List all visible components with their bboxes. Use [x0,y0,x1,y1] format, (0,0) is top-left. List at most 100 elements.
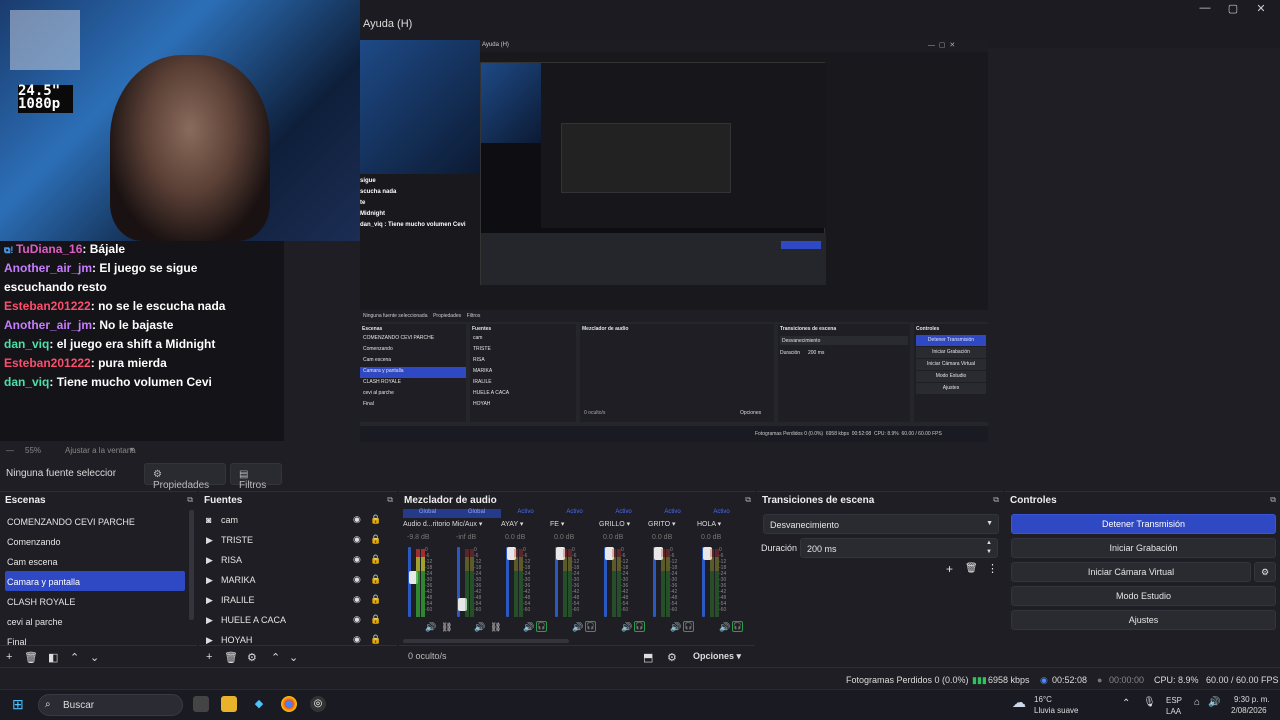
trash-icon[interactable]: 🗑 [965,563,978,574]
windows-start-icon[interactable]: ⊞ [12,696,28,712]
obs-icon[interactable]: ◎ [310,696,326,712]
virtual-cam-settings-button[interactable]: ⚙ [1254,562,1276,582]
volume-icon[interactable]: 🔊 [474,622,485,633]
lock-icon[interactable]: 🔒 [370,554,381,565]
app-icon[interactable]: ◆ [251,696,267,712]
duration-input[interactable]: 200 ms ▲ ▼ [800,538,998,558]
source-item[interactable]: ▶ MARIKA ◉ 🔒 [206,574,381,594]
more-icon[interactable]: ⋮ [987,562,998,575]
popout-icon[interactable]: ⧉ [387,495,393,505]
scenes-scrollbar[interactable] [189,510,194,620]
headphones-icon[interactable]: 🎧 [683,621,694,632]
volume-slider[interactable] [506,547,516,617]
program-preview[interactable]: Ayuda (H) — ▢ ✕ sigue scucha nada te Midnig… [360,40,988,442]
filter-icon[interactable]: ◧ [48,651,58,664]
eye-icon[interactable]: ◉ [353,574,361,585]
move-down-icon[interactable]: ⌄ [289,651,298,664]
volume-slider[interactable] [457,547,467,617]
move-up-icon[interactable]: ⌃ [271,651,280,664]
source-item[interactable]: ▶ IRALILE ◉ 🔒 [206,594,381,614]
eye-icon[interactable]: ◉ [353,614,361,625]
popout-icon[interactable]: ⧉ [993,495,999,505]
scene-item[interactable]: Cam escena [5,551,185,571]
spin-down-icon[interactable]: ▼ [986,549,992,555]
volume-icon[interactable]: 🔊 [572,622,583,633]
scene-item[interactable]: CLASH ROYALE [5,591,185,611]
volume-icon[interactable]: 🔊 [670,622,681,633]
maximize-button[interactable]: ▢ [1218,2,1248,16]
spin-up-icon[interactable]: ▲ [986,540,992,546]
volume-icon[interactable]: 🔊 [523,622,534,633]
studio-mode-button[interactable]: Modo Estudio [1011,586,1276,606]
menu-help[interactable]: Ayuda (H) [363,18,412,30]
lock-icon[interactable]: 🔒 [370,534,381,545]
lock-icon[interactable]: 🔒 [370,614,381,625]
properties-button[interactable]: ⚙ Propiedades [144,463,226,491]
start-virtual-cam-button[interactable]: Iniciar Cámara Virtual [1011,562,1251,582]
language-layout[interactable]: LAA [1166,707,1181,716]
zoom-out-icon[interactable]: — [6,446,14,455]
scene-item[interactable]: COMENZANDO CEVI PARCHE [5,511,185,531]
lock-icon[interactable]: 🔒 [370,514,381,525]
volume-slider[interactable] [702,547,712,617]
scene-item[interactable]: Camara y pantalla [5,571,185,591]
mic-icon[interactable]: 🎙 [1143,697,1156,708]
add-icon[interactable]: + [206,651,212,663]
options-button[interactable]: Opciones ▾ [693,651,741,662]
taskbar-search[interactable]: ⌕ Buscar [38,694,183,716]
scene-item[interactable]: Comenzando [5,531,185,551]
gear-icon[interactable]: ⚙ [667,651,677,664]
filters-button[interactable]: ▤ Filtros [230,463,282,491]
lock-icon[interactable]: 🔒 [370,594,381,605]
headphones-icon[interactable]: 🎧 [732,621,743,632]
chevron-up-icon[interactable]: ⌃ [1122,698,1130,709]
language[interactable]: ESP [1166,696,1182,705]
source-item[interactable]: ◙ cam ◉ 🔒 [206,514,381,534]
transition-select[interactable]: Desvanecimiento ▼ [763,514,999,534]
volume-slider[interactable] [604,547,614,617]
task-view-icon[interactable] [193,696,209,712]
eye-icon[interactable]: ◉ [353,514,361,525]
lock-icon[interactable]: 🔒 [370,634,381,645]
file-explorer-icon[interactable] [221,696,237,712]
zoom-level[interactable]: 55% [25,446,41,455]
scene-item[interactable]: cevi al parche [5,611,185,631]
volume-slider[interactable] [555,547,565,617]
popout-icon[interactable]: ⧉ [187,495,193,505]
headphones-icon[interactable]: 🎧 [585,621,596,632]
popout-icon[interactable]: ⧉ [1270,495,1276,505]
lock-icon[interactable]: 🔒 [370,574,381,585]
source-item[interactable]: ▶ TRISTE ◉ 🔒 [206,534,381,554]
stop-stream-button[interactable]: Detener Transmisión [1011,514,1276,534]
close-button[interactable]: ✕ [1246,2,1276,16]
move-down-icon[interactable]: ⌄ [90,651,99,664]
clock-date[interactable]: 2/08/2026 [1231,706,1267,715]
trash-icon[interactable]: 🗑 [24,651,38,664]
volume-icon[interactable]: 🔊 [1208,697,1220,708]
eye-icon[interactable]: ◉ [353,554,361,565]
eye-icon[interactable]: ◉ [353,534,361,545]
layout-icon[interactable]: ⬒ [643,651,653,664]
source-item[interactable]: ▶ HUELE A CACA ◉ 🔒 [206,614,381,634]
chrome-icon[interactable] [281,696,297,712]
add-icon[interactable]: + [6,651,12,663]
start-recording-button[interactable]: Iniciar Grabación [1011,538,1276,558]
volume-slider[interactable] [653,547,663,617]
clock-time[interactable]: 9:30 p. m. [1234,695,1270,704]
mixer-scrollbar[interactable] [403,639,569,643]
link-icon[interactable]: ⛓ [490,622,501,633]
gear-icon[interactable]: ⚙ [247,651,257,664]
trash-icon[interactable]: 🗑 [224,651,238,664]
volume-icon[interactable]: 🔊 [425,622,436,633]
chevron-down-icon[interactable]: ▾ [130,445,134,454]
link-icon[interactable]: ⛓ [441,622,452,633]
eye-icon[interactable]: ◉ [353,634,361,645]
volume-slider[interactable] [408,547,418,617]
headphones-icon[interactable]: 🎧 [536,621,547,632]
volume-icon[interactable]: 🔊 [621,622,632,633]
move-up-icon[interactable]: ⌃ [70,651,79,664]
headphones-icon[interactable]: 🎧 [634,621,645,632]
volume-icon[interactable]: 🔊 [719,622,730,633]
network-icon[interactable]: ⌂ [1194,697,1200,708]
add-icon[interactable]: + [946,562,953,576]
